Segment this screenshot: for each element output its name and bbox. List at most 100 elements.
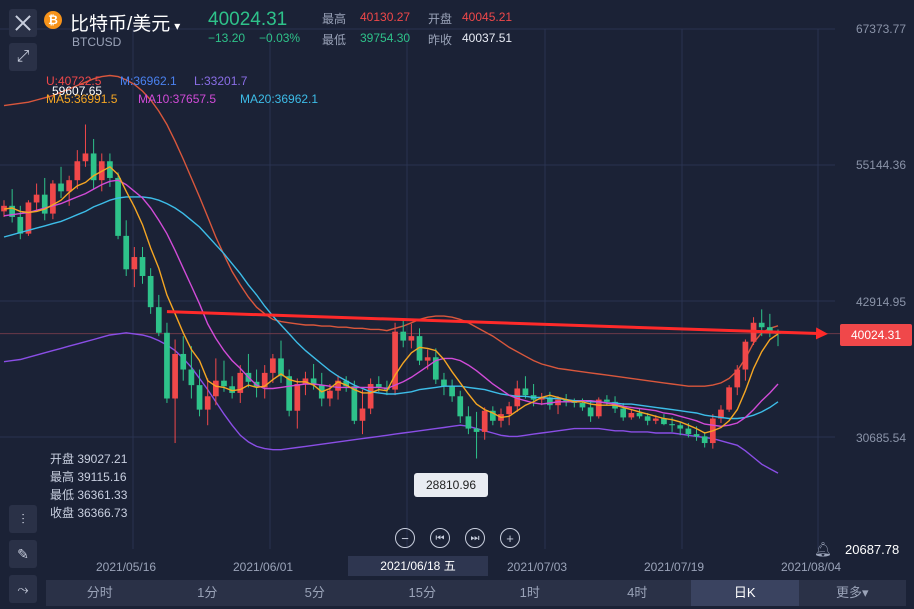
candle-body-33 bbox=[270, 358, 276, 373]
y-tick-2: 55144.36 bbox=[855, 158, 906, 172]
candle-body-26 bbox=[212, 380, 219, 397]
candle-body-58 bbox=[473, 428, 480, 432]
current-price-tag: 40024.31 bbox=[840, 324, 912, 346]
expand-button[interactable]: ⤢ bbox=[9, 43, 37, 71]
candle-body-18 bbox=[147, 275, 154, 308]
candle-body-20 bbox=[164, 332, 170, 399]
ma10-value: MA10:37657.5 bbox=[138, 92, 217, 106]
candle-body-16 bbox=[131, 257, 138, 270]
candle-body-85 bbox=[693, 434, 700, 437]
candle-body-2 bbox=[17, 216, 24, 234]
x-tick-5: 2021/08/04 bbox=[781, 560, 842, 574]
tab-1hour[interactable]: 1时 bbox=[476, 580, 584, 606]
candle-body-19 bbox=[155, 307, 162, 333]
chart-type-button[interactable]: ⤳ bbox=[9, 575, 37, 603]
price-change: −13.20 −0.03% bbox=[208, 31, 301, 45]
candle-body-3 bbox=[25, 202, 32, 234]
candle-body-74 bbox=[604, 399, 610, 402]
candle-body-89 bbox=[726, 387, 732, 410]
tab-15min[interactable]: 15分 bbox=[369, 580, 477, 606]
prev-close-label: 昨收 bbox=[428, 33, 453, 47]
candle-body-80 bbox=[652, 418, 659, 421]
tab-more[interactable]: 更多▾ bbox=[799, 580, 907, 606]
candle-body-79 bbox=[644, 416, 651, 421]
zoom-out-button[interactable]: − bbox=[395, 528, 415, 548]
x-axis-selected-date: 2021/06/18 五 bbox=[348, 556, 488, 576]
candle-body-56 bbox=[457, 396, 464, 417]
x-tick-3: 2021/07/03 bbox=[507, 560, 568, 574]
candle-89 bbox=[726, 385, 732, 412]
low-value: 39754.30 bbox=[360, 31, 411, 45]
open-value: 40045.21 bbox=[462, 10, 513, 24]
candle-6 bbox=[50, 180, 56, 220]
ohlc-open: 开盘 39027.21 bbox=[50, 452, 128, 466]
ohlc-high: 最高 39115.16 bbox=[50, 470, 127, 484]
skip-forward-button[interactable]: ⏭ bbox=[465, 528, 485, 548]
boll-lower-value: L:33201.7 bbox=[194, 74, 248, 88]
candle-body-93 bbox=[758, 322, 765, 328]
candle-body-5 bbox=[41, 194, 48, 214]
period-tabs: 分时 1分 5分 15分 1时 4时 日K 更多▾ bbox=[46, 580, 906, 606]
tab-timeshare[interactable]: 分时 bbox=[46, 580, 154, 606]
candle-body-23 bbox=[188, 369, 195, 386]
skip-back-button[interactable]: ⏮ bbox=[430, 528, 450, 548]
bitcoin-logo-icon: ₿ bbox=[44, 11, 62, 29]
candle-body-15 bbox=[123, 235, 130, 270]
candle-body-17 bbox=[139, 257, 146, 276]
candle-14 bbox=[115, 172, 121, 240]
prev-close-value: 40037.51 bbox=[462, 31, 513, 45]
candle-body-54 bbox=[441, 379, 447, 387]
candle-20 bbox=[164, 322, 170, 403]
ma5-value: MA5:36991.5 bbox=[46, 92, 118, 106]
y-tick-1: 67373.77 bbox=[855, 22, 906, 36]
candle-body-49 bbox=[400, 331, 407, 341]
dropdown-caret-icon: ▾ bbox=[174, 19, 181, 33]
tab-4hour[interactable]: 4时 bbox=[584, 580, 692, 606]
candle-body-22 bbox=[180, 353, 187, 370]
candle-body-25 bbox=[204, 396, 211, 410]
ohlc-low: 最低 36361.33 bbox=[50, 488, 128, 502]
ohlc-close: 收盘 36366.73 bbox=[50, 506, 128, 520]
tab-5min[interactable]: 5分 bbox=[261, 580, 369, 606]
x-tick-4: 2021/07/19 bbox=[644, 560, 705, 574]
tab-daily[interactable]: 日K bbox=[691, 580, 799, 606]
candle-body-82 bbox=[669, 424, 675, 426]
candle-body-72 bbox=[587, 407, 594, 417]
high-value: 40130.27 bbox=[360, 10, 411, 24]
low-point-tooltip: 28810.96 bbox=[414, 473, 488, 497]
high-label: 最高 bbox=[322, 12, 347, 26]
candle-body-40 bbox=[327, 390, 333, 399]
candle-body-55 bbox=[449, 386, 455, 397]
candle-body-91 bbox=[742, 341, 749, 370]
boll-mid-value: M:36962.1 bbox=[120, 74, 177, 88]
candle-body-57 bbox=[465, 416, 472, 429]
y-tick-4: 30685.54 bbox=[855, 431, 906, 445]
candle-body-43 bbox=[351, 386, 358, 421]
close-button[interactable] bbox=[9, 9, 37, 37]
candle-body-9 bbox=[74, 161, 81, 181]
candle-body-24 bbox=[196, 385, 203, 410]
candle-body-21 bbox=[172, 353, 178, 399]
candle-35 bbox=[286, 369, 293, 417]
candle-body-64 bbox=[522, 388, 529, 396]
draw-button[interactable]: ✎ bbox=[9, 540, 37, 568]
candle-body-52 bbox=[424, 357, 431, 361]
ma20-value: MA20:36962.1 bbox=[240, 92, 319, 106]
candle-body-14 bbox=[115, 177, 121, 236]
zoom-in-button[interactable]: + bbox=[500, 528, 520, 548]
indicator-button[interactable]: ⫶ bbox=[9, 505, 37, 533]
bell-icon[interactable]: 🔔︎ bbox=[814, 541, 832, 559]
candle-body-59 bbox=[481, 410, 488, 432]
candle-body-77 bbox=[628, 412, 635, 418]
y-tick-3: 42914.95 bbox=[855, 295, 906, 309]
pencil-icon: ✎ bbox=[17, 546, 29, 562]
line-chart-icon: ⤳ bbox=[17, 581, 29, 597]
symbol-title[interactable]: 比特币/美元 ▾ bbox=[70, 9, 180, 36]
candle-body-10 bbox=[82, 153, 89, 162]
symbol-code: BTCUSD bbox=[72, 35, 122, 49]
candle-73 bbox=[595, 397, 602, 419]
candle-body-62 bbox=[506, 406, 512, 415]
tab-1min[interactable]: 1分 bbox=[154, 580, 262, 606]
x-tick-1: 2021/05/16 bbox=[96, 560, 157, 574]
candle-body-50 bbox=[408, 336, 415, 341]
